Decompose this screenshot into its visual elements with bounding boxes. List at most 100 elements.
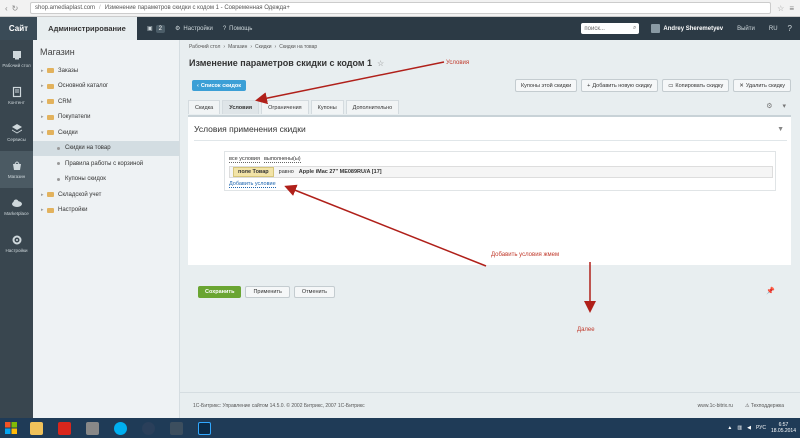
icon-sidebar: Рабочий стол Контент Сервисы Магазин Mar…	[0, 40, 33, 418]
submenu-item-coupons[interactable]: Купоны скидок	[33, 172, 179, 188]
tray-network-icon[interactable]: ▥	[737, 425, 742, 431]
add-condition-link[interactable]: Добавить условие	[229, 181, 276, 188]
fulfilled-select[interactable]: выполнены(ы)	[263, 156, 301, 163]
tray-language[interactable]: РУС	[756, 425, 766, 431]
breadcrumb: Рабочий стол › Магазин › Скидки › Скидки на…	[189, 44, 318, 50]
tab-coupons[interactable]: Купоны	[310, 100, 344, 114]
condition-operator[interactable]: равно	[279, 169, 294, 175]
language-select[interactable]: RU	[769, 26, 778, 32]
taskbar-photoshop-icon[interactable]	[191, 419, 217, 437]
admin-tab[interactable]: Администрирование	[37, 17, 137, 40]
address-bar[interactable]: shop.amediaplast.com / Изменение парамет…	[30, 2, 772, 14]
coupons-button[interactable]: Купоны этой скидки	[514, 79, 578, 92]
taskbar-steam-icon[interactable]	[135, 419, 161, 437]
taskbar-yandex-browser-icon[interactable]	[51, 419, 77, 437]
notifications[interactable]: ▣ 2	[147, 24, 166, 33]
main-content: Рабочий стол › Магазин › Скидки › Скидки на…	[180, 40, 800, 418]
clock[interactable]: 6:57 18.05.2014	[771, 422, 796, 434]
back-icon[interactable]: ‹	[5, 4, 8, 13]
add-discount-button[interactable]: + Добавить новую скидку	[581, 79, 659, 92]
folder-icon	[47, 68, 54, 74]
browser-menu-icon[interactable]: ≡	[789, 4, 794, 13]
collapse-arrow-icon[interactable]: ▼	[777, 126, 784, 133]
submenu-item-warehouse[interactable]: ▸ Складской учет	[33, 187, 179, 203]
gear-icon	[12, 235, 21, 245]
search-placeholder: поиск...	[584, 25, 605, 32]
user-name: Andrey Sheremetyev	[663, 25, 724, 32]
sidebar-icon-shop[interactable]: Магазин	[0, 151, 33, 188]
breadcrumb-item[interactable]: Магазин	[228, 44, 247, 50]
taskbar-media-icon[interactable]	[163, 419, 189, 437]
tray-flag-icon[interactable]: ▲	[727, 425, 732, 431]
sidebar-icon-content[interactable]: Контент	[0, 77, 33, 114]
search-input[interactable]: поиск... ⌕	[581, 23, 640, 34]
sidebar-icon-services[interactable]: Сервисы	[0, 114, 33, 151]
page-title-text: Изменение параметров скидки с кодом 1	[189, 58, 373, 68]
submenu-item-cart-rules[interactable]: Правила работы с корзиной	[33, 156, 179, 172]
tab-additional[interactable]: Дополнительно	[345, 100, 400, 114]
tab-limits[interactable]: Ограничения	[261, 100, 309, 114]
tray-volume-icon[interactable]: ◀	[747, 425, 751, 431]
condition-tree: все условия выполнены(ы) поле Товар равн…	[224, 151, 776, 191]
logout-link[interactable]: Выйти	[737, 26, 755, 32]
user-menu[interactable]: Andrey Sheremetyev	[651, 24, 723, 33]
cancel-button[interactable]: Отменить	[293, 286, 336, 298]
discount-list-button[interactable]: ‹ Список скидок	[192, 80, 246, 91]
sidebar-icon-settings[interactable]: Настройки	[0, 225, 33, 262]
search-icon[interactable]: ⌕	[633, 25, 636, 32]
condition-field[interactable]: поле Товар	[233, 167, 274, 177]
copyright-text: 1С-Битрикс: Управление сайтом 14.5.0. © …	[193, 402, 365, 409]
submenu-item-orders[interactable]: ▸ Заказы	[33, 63, 179, 79]
bookmark-star-icon[interactable]: ☆	[777, 4, 784, 13]
bitrix-link[interactable]: www.1c-bitrix.ru	[698, 403, 733, 409]
windows-start-icon[interactable]	[0, 418, 22, 438]
submenu-item-product-discounts[interactable]: Скидки на товар	[33, 140, 179, 156]
system-tray: ▲ ▥ ◀ РУС 6:57 18.05.2014	[727, 422, 800, 434]
help-question-icon[interactable]: ?	[788, 24, 792, 33]
submenu-item-customers[interactable]: ▸ Покупатели	[33, 110, 179, 126]
breadcrumb-item[interactable]: Скидки на товар	[279, 44, 317, 50]
taskbar-files-icon[interactable]	[79, 419, 105, 437]
breadcrumb-item[interactable]: Скидки	[255, 44, 272, 50]
apply-button[interactable]: Применить	[245, 286, 290, 298]
sidebar-icon-label: Контент	[8, 100, 25, 105]
sidebar-icon-desktop[interactable]: Рабочий стол	[0, 40, 33, 77]
help-icon: ?	[222, 25, 227, 32]
admin-header: Сайт Администрирование ▣ 2 ⚙ Настройки ?…	[0, 17, 800, 40]
reload-icon[interactable]: ↻	[12, 4, 19, 13]
site-tab[interactable]: Сайт	[0, 17, 37, 40]
condition-value[interactable]: Apple iMac 27" ME089RU/A [17]	[299, 169, 382, 175]
folder-icon	[47, 114, 54, 120]
annotation-add-conditions: Добавить условия жмем	[491, 252, 560, 258]
collapse-icon[interactable]: ▾	[782, 102, 786, 110]
taskbar-skype-icon[interactable]	[107, 419, 133, 437]
tab-discount[interactable]: Скидка	[188, 100, 221, 114]
breadcrumb-item[interactable]: Рабочий стол	[189, 44, 220, 50]
bullet-icon	[57, 146, 60, 150]
sidebar-icon-marketplace[interactable]: Marketplace	[0, 188, 33, 225]
folder-icon	[47, 130, 54, 136]
submenu-item-discounts[interactable]: ▾ Скидки	[33, 125, 179, 141]
copy-discount-button[interactable]: ▭ Копировать скидку	[662, 79, 730, 92]
gear-icon[interactable]: ⚙	[766, 102, 772, 110]
help-label: Помощь	[229, 25, 253, 32]
favorite-star-icon[interactable]: ☆	[377, 59, 384, 68]
save-button[interactable]: Сохранить	[198, 286, 242, 298]
submenu-title: Магазин	[40, 47, 75, 57]
submenu-item-crm[interactable]: ▸ CRM	[33, 94, 179, 110]
settings-link[interactable]: ⚙ Настройки	[175, 25, 213, 33]
pin-icon[interactable]: 📌	[766, 287, 775, 295]
all-conditions-select[interactable]: все условия	[229, 156, 260, 163]
tab-bar: Скидка Условия Ограничения Купоны Дополн…	[188, 100, 401, 114]
sidebar-icon-label: Настройки	[5, 248, 28, 253]
notification-icon: ▣	[147, 26, 153, 32]
delete-discount-button[interactable]: ✕ Удалить скидку	[733, 79, 791, 92]
taskbar-explorer-icon[interactable]	[23, 419, 49, 437]
help-link[interactable]: ? Помощь	[223, 26, 253, 32]
desktop-icon	[12, 51, 21, 60]
settings-label: Настройки	[183, 25, 213, 32]
support-link[interactable]: ⚠ Техподдержка	[745, 403, 784, 409]
submenu-item-settings[interactable]: ▸ Настройки	[33, 203, 179, 219]
tab-conditions[interactable]: Условия	[222, 100, 260, 114]
submenu-item-catalog[interactable]: ▸ Основной каталог	[33, 79, 179, 95]
